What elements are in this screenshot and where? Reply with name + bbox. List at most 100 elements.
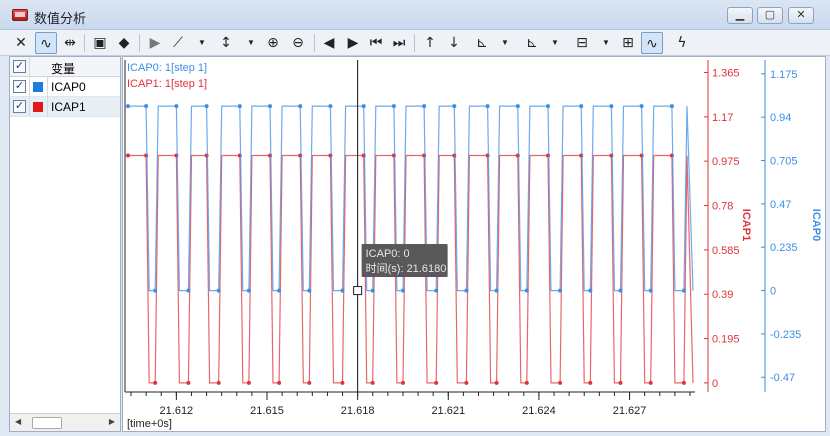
data-point-icap1: [153, 380, 158, 385]
data-point-icap1: [524, 380, 529, 385]
cursor-marker: [353, 286, 363, 296]
data-point-icap1: [307, 380, 312, 385]
prev-icon[interactable]: ◀: [318, 32, 340, 54]
icap0-tick-label: -0.47: [770, 372, 795, 384]
data-point-icap0: [153, 288, 158, 293]
data-point-icap0: [370, 288, 375, 293]
icap1-color-swatch[interactable]: [33, 102, 43, 112]
data-point-icap0: [277, 288, 282, 293]
variable-row-icap1[interactable]: ✓ ICAP1: [10, 97, 120, 117]
data-point-icap0: [391, 104, 396, 109]
last-icon[interactable]: ⏭: [388, 32, 410, 54]
next-icon[interactable]: ▶: [342, 32, 364, 54]
x-tick-label: 21.612: [160, 405, 194, 417]
icap0-tick-label: 0.47: [770, 199, 791, 211]
first-icon[interactable]: ⏮: [365, 32, 387, 54]
data-point-icap0: [464, 288, 469, 293]
data-point-icap1: [588, 380, 593, 385]
axis-xy-icon[interactable]: ↕: [215, 32, 237, 54]
minimize-button[interactable]: ▁: [727, 7, 753, 24]
plot-panel[interactable]: 21.612 21.615 21.618 21.621 21.624 21.627 [tim…: [122, 56, 826, 432]
toolbar: ✕ ∿ ⇹ ▣ ◆ ▶ ⟋ ▼ ↕ ▼ ⊕ ⊖ ◀ ▶ ⏮ ⏭ ↑ ↓ ⊾ ▼ …: [0, 30, 830, 56]
data-point-icap0: [401, 288, 405, 293]
scroll-left-icon[interactable]: ◀: [15, 417, 21, 426]
select-all-checkbox[interactable]: ✓: [13, 60, 26, 73]
axis-settings-dropdown[interactable]: ▼: [550, 32, 560, 54]
data-point-icap1: [648, 380, 653, 385]
close-window-button[interactable]: ✕: [788, 7, 814, 24]
horizontal-scrollbar[interactable]: ◀ ▶: [10, 413, 120, 431]
signal-view-icon[interactable]: ∿: [641, 32, 663, 54]
icap0-label: ICAP0: [51, 80, 86, 94]
data-point-icap1: [434, 380, 439, 385]
icap0-tick-label: -0.235: [770, 329, 801, 341]
data-point-icap0: [298, 104, 303, 109]
data-point-icap1: [401, 380, 405, 385]
data-point-icap0: [588, 288, 593, 293]
axis-settings-icon[interactable]: ⊾: [521, 32, 543, 54]
data-point-icap1: [558, 380, 563, 385]
save-icon[interactable]: ▣: [89, 32, 111, 54]
icap1-tick-label: 0: [712, 378, 718, 390]
x-tick-label: 21.627: [613, 405, 647, 417]
zoom-out-xy-icon[interactable]: ⊖: [287, 32, 309, 54]
data-point-icap0: [340, 288, 345, 293]
tooltip-value: ICAP0: 0: [366, 248, 410, 260]
variable-row-icap0[interactable]: ✓ ICAP0: [10, 77, 120, 97]
maximize-button[interactable]: ▢: [757, 7, 783, 24]
lightning-icon[interactable]: ϟ: [671, 32, 693, 54]
icap1-tick-label: 0.975: [712, 156, 740, 168]
icap0-color-swatch[interactable]: [33, 82, 43, 92]
data-point-icap0: [639, 104, 644, 109]
close-icon[interactable]: ✕: [10, 32, 32, 54]
icap1-tick-label: 0.78: [712, 201, 733, 213]
data-point-icap1: [340, 380, 345, 385]
data-point-icap1: [494, 380, 499, 385]
data-point-icap1: [126, 153, 130, 158]
data-point-icap0: [648, 288, 653, 293]
tooltip-time: 时间(s): 21.6180: [366, 262, 447, 275]
variable-header-label: 变量: [51, 62, 76, 76]
falling-edge-icon[interactable]: ↓: [443, 32, 465, 54]
layout-dropdown[interactable]: ▼: [601, 32, 611, 54]
layout-icon[interactable]: ⊟: [571, 32, 593, 54]
axis-dropdown[interactable]: ▼: [246, 32, 256, 54]
zoom-in-xy-icon[interactable]: ⊕: [262, 32, 284, 54]
data-point-icap1: [246, 380, 251, 385]
grid-icon[interactable]: ⊞: [617, 32, 639, 54]
data-point-icap0: [609, 104, 614, 109]
chart-icon[interactable]: ⟋: [167, 32, 189, 54]
app-icon: [12, 9, 28, 21]
icap0-tick-label: 0: [770, 286, 776, 298]
play-icon[interactable]: ▶: [144, 32, 166, 54]
data-point-icap0: [546, 104, 550, 109]
icap0-checkbox[interactable]: ✓: [13, 80, 26, 93]
data-point-icap0: [434, 288, 439, 293]
scroll-thumb[interactable]: [32, 417, 62, 429]
eraser-icon[interactable]: ◆: [113, 32, 135, 54]
icap0-tick-label: 1.175: [770, 69, 798, 81]
data-point-icap1: [186, 380, 191, 385]
chart-dropdown[interactable]: ▼: [197, 32, 207, 54]
data-point-icap0: [558, 288, 563, 293]
data-point-icap0: [618, 288, 623, 293]
cursor-icon[interactable]: ⇹: [59, 32, 81, 54]
data-point-icap0: [268, 104, 272, 109]
icap1-checkbox[interactable]: ✓: [13, 100, 26, 113]
waveform-chart[interactable]: 21.612 21.615 21.618 21.621 21.624 21.627 [tim…: [123, 57, 827, 433]
data-point-icap1: [618, 380, 623, 385]
rising-edge-icon[interactable]: ↑: [419, 32, 441, 54]
data-point-icap0: [485, 104, 490, 109]
data-point-icap0: [524, 288, 529, 293]
data-point-icap0: [452, 104, 457, 109]
measure-icon[interactable]: ⊾: [471, 32, 493, 54]
icap1-tick-label: 0.39: [712, 289, 733, 301]
scroll-right-icon[interactable]: ▶: [109, 417, 115, 426]
data-point-icap1: [216, 380, 221, 385]
variable-list: ✓ 变量 ✓ ICAP0 ✓ ICAP1 ◀ ▶: [9, 56, 121, 432]
waveform-icon[interactable]: ∿: [35, 32, 57, 54]
icap1-axis-label: ICAP1: [740, 209, 752, 241]
measure-dropdown[interactable]: ▼: [500, 32, 510, 54]
data-point-icap0: [307, 288, 312, 293]
data-point-icap0: [174, 104, 179, 109]
